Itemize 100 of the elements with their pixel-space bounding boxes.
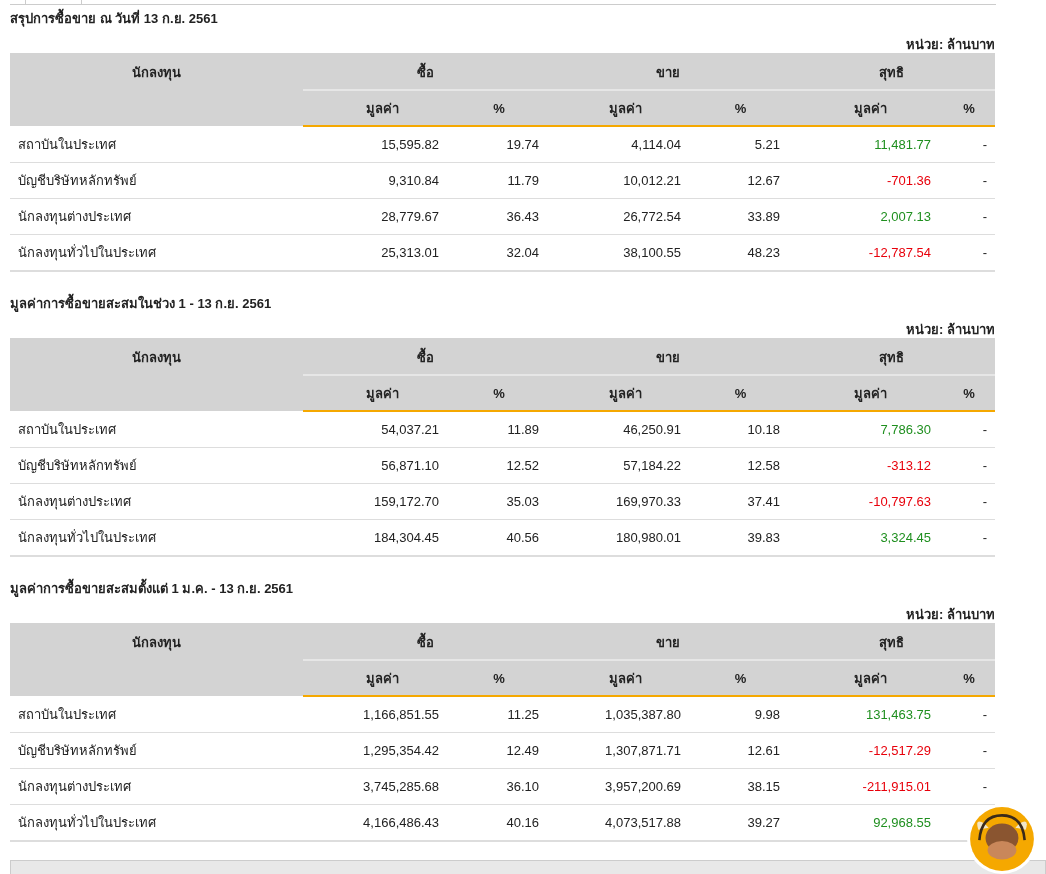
table-cell: 39.83	[693, 519, 788, 556]
column-header: สุทธิ	[788, 338, 995, 375]
unit-label: หน่วย: ล้านบาท	[905, 37, 995, 53]
table-cell: 15,595.82	[303, 126, 451, 163]
table-cell: 35.03	[451, 483, 547, 520]
table-cell: 12.61	[693, 732, 788, 769]
table-cell: 56,871.10	[303, 447, 451, 484]
table-cell: 180,980.01	[547, 519, 693, 556]
column-header: %	[693, 375, 788, 411]
table-cell: 11.89	[451, 411, 547, 448]
section-title: สรุปการซื้อขาย ณ วันที่ 13 ก.ย. 2561	[10, 9, 995, 29]
table-cell: 5.21	[693, 126, 788, 163]
table-cell: 1,295,354.42	[303, 732, 451, 769]
column-header: นักลงทุน	[10, 623, 303, 660]
table-cell: 4,073,517.88	[547, 804, 693, 841]
table-cell: 25,313.01	[303, 234, 451, 271]
table-cell: นักลงทุนทั่วไปในประเทศ	[10, 804, 303, 841]
table-cell: 4,114.04	[547, 126, 693, 163]
table-cell: -	[943, 768, 995, 805]
table-cell: 40.16	[451, 804, 547, 841]
table-cell: นักลงทุนทั่วไปในประเทศ	[10, 234, 303, 271]
table-cell: นักลงทุนต่างประเทศ	[10, 768, 303, 805]
table-cell: 11.79	[451, 162, 547, 199]
table-cell: 3,745,285.68	[303, 768, 451, 805]
column-header: ขาย	[547, 338, 788, 375]
table-cell: 3,957,200.69	[547, 768, 693, 805]
table-cell: 9.98	[693, 696, 788, 733]
table-cell: นักลงทุนทั่วไปในประเทศ	[10, 519, 303, 556]
column-header: %	[451, 90, 547, 126]
table-cell: -	[943, 732, 995, 769]
column-header: มูลค่า	[788, 375, 943, 411]
column-header: มูลค่า	[788, 90, 943, 126]
column-header: มูลค่า	[547, 660, 693, 696]
column-header: %	[943, 375, 995, 411]
table-cell: สถาบันในประเทศ	[10, 411, 303, 448]
table-cell: 48.23	[693, 234, 788, 271]
table-cell: 19.74	[451, 126, 547, 163]
table-cell: -	[943, 483, 995, 520]
table-cell: 12.52	[451, 447, 547, 484]
table-cell: -211,915.01	[788, 768, 943, 805]
table-cell: -12,787.54	[788, 234, 943, 271]
table-cell: 39.27	[693, 804, 788, 841]
column-header: มูลค่า	[303, 660, 451, 696]
column-header: มูลค่า	[547, 375, 693, 411]
table-cell: 36.10	[451, 768, 547, 805]
table-cell: 7,786.30	[788, 411, 943, 448]
table-cell: -701.36	[788, 162, 943, 199]
table-cell: 33.89	[693, 198, 788, 235]
column-header: ซื้อ	[303, 338, 547, 375]
unit-label: หน่วย: ล้านบาท	[905, 607, 995, 623]
table-cell: 4,166,486.43	[303, 804, 451, 841]
column-header: ขาย	[547, 53, 788, 90]
table-cell: 169,970.33	[547, 483, 693, 520]
table-cell: 12.58	[693, 447, 788, 484]
table-cell: 10.18	[693, 411, 788, 448]
table-cell: 3,324.45	[788, 519, 943, 556]
table-cell: 38,100.55	[547, 234, 693, 271]
table-cell: -	[943, 696, 995, 733]
table-cell: 11.25	[451, 696, 547, 733]
column-header: มูลค่า	[303, 375, 451, 411]
section-title: มูลค่าการซื้อขายสะสมในช่วง 1 - 13 ก.ย. 2561	[10, 294, 995, 314]
table-cell: 38.15	[693, 768, 788, 805]
table-cell: -	[943, 126, 995, 163]
table-cell: บัญชีบริษัทหลักทรัพย์	[10, 447, 303, 484]
table-cell: บัญชีบริษัทหลักทรัพย์	[10, 162, 303, 199]
table-cell: 1,307,871.71	[547, 732, 693, 769]
table-cell: 57,184.22	[547, 447, 693, 484]
table-cell: สถาบันในประเทศ	[10, 126, 303, 163]
column-header: นักลงทุน	[10, 338, 303, 375]
table-cell: 36.43	[451, 198, 547, 235]
table-cell: บัญชีบริษัทหลักทรัพย์	[10, 732, 303, 769]
table-cell: 12.49	[451, 732, 547, 769]
column-header: นักลงทุน	[10, 53, 303, 90]
table-cell: 40.56	[451, 519, 547, 556]
table-cell: -313.12	[788, 447, 943, 484]
table-cell: 1,166,851.55	[303, 696, 451, 733]
table-cell: -	[943, 519, 995, 556]
column-header: %	[943, 90, 995, 126]
table-cell: 12.67	[693, 162, 788, 199]
section-title: มูลค่าการซื้อขายสะสมตั้งแต่ 1 ม.ค. - 13 ก.ย. 2561	[10, 579, 995, 599]
column-header: ซื้อ	[303, 53, 547, 90]
table-cell: 184,304.45	[303, 519, 451, 556]
column-header: %	[693, 90, 788, 126]
table-cell: 131,463.75	[788, 696, 943, 733]
table-cell: นักลงทุนต่างประเทศ	[10, 483, 303, 520]
column-header: %	[693, 660, 788, 696]
table-cell: 9,310.84	[303, 162, 451, 199]
table-cell: สถาบันในประเทศ	[10, 696, 303, 733]
table-cell: 1,035,387.80	[547, 696, 693, 733]
column-header: ซื้อ	[303, 623, 547, 660]
table-cell: -	[943, 162, 995, 199]
table-cell: 32.04	[451, 234, 547, 271]
table-cell: 37.41	[693, 483, 788, 520]
column-header: %	[451, 660, 547, 696]
table-cell: 2,007.13	[788, 198, 943, 235]
column-header: %	[943, 660, 995, 696]
column-header: สุทธิ	[788, 53, 995, 90]
table-cell: 92,968.55	[788, 804, 943, 841]
table-cell: -	[943, 198, 995, 235]
column-header: %	[451, 375, 547, 411]
